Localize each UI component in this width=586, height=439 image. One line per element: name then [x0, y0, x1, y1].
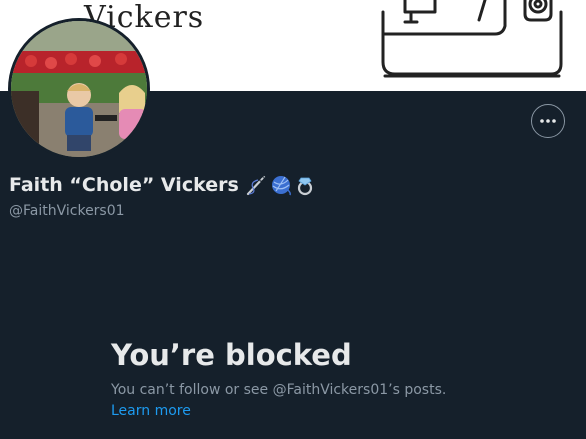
- sewing-needle-icon: [246, 175, 265, 196]
- ring-icon: [297, 177, 312, 196]
- more-options-button[interactable]: [531, 104, 565, 138]
- avatar-photo: [11, 21, 147, 157]
- more-horizontal-icon: [540, 119, 556, 123]
- yarn-ball-icon: [271, 176, 291, 196]
- learn-more-link[interactable]: Learn more: [111, 403, 191, 419]
- profile-display-name: Faith “Chole” Vickers: [9, 174, 239, 196]
- profile-handle: @FaithVickers01: [9, 203, 125, 219]
- blocked-title: You’re blocked: [111, 338, 352, 372]
- blocked-description: You can’t follow or see @FaithVickers01’…: [111, 382, 447, 398]
- sewing-machine-illustration: [381, 0, 563, 78]
- profile-avatar[interactable]: [8, 18, 150, 160]
- profile-name-emojis: [245, 174, 315, 196]
- profile-name-row: Faith “Chole” Vickers: [9, 174, 315, 196]
